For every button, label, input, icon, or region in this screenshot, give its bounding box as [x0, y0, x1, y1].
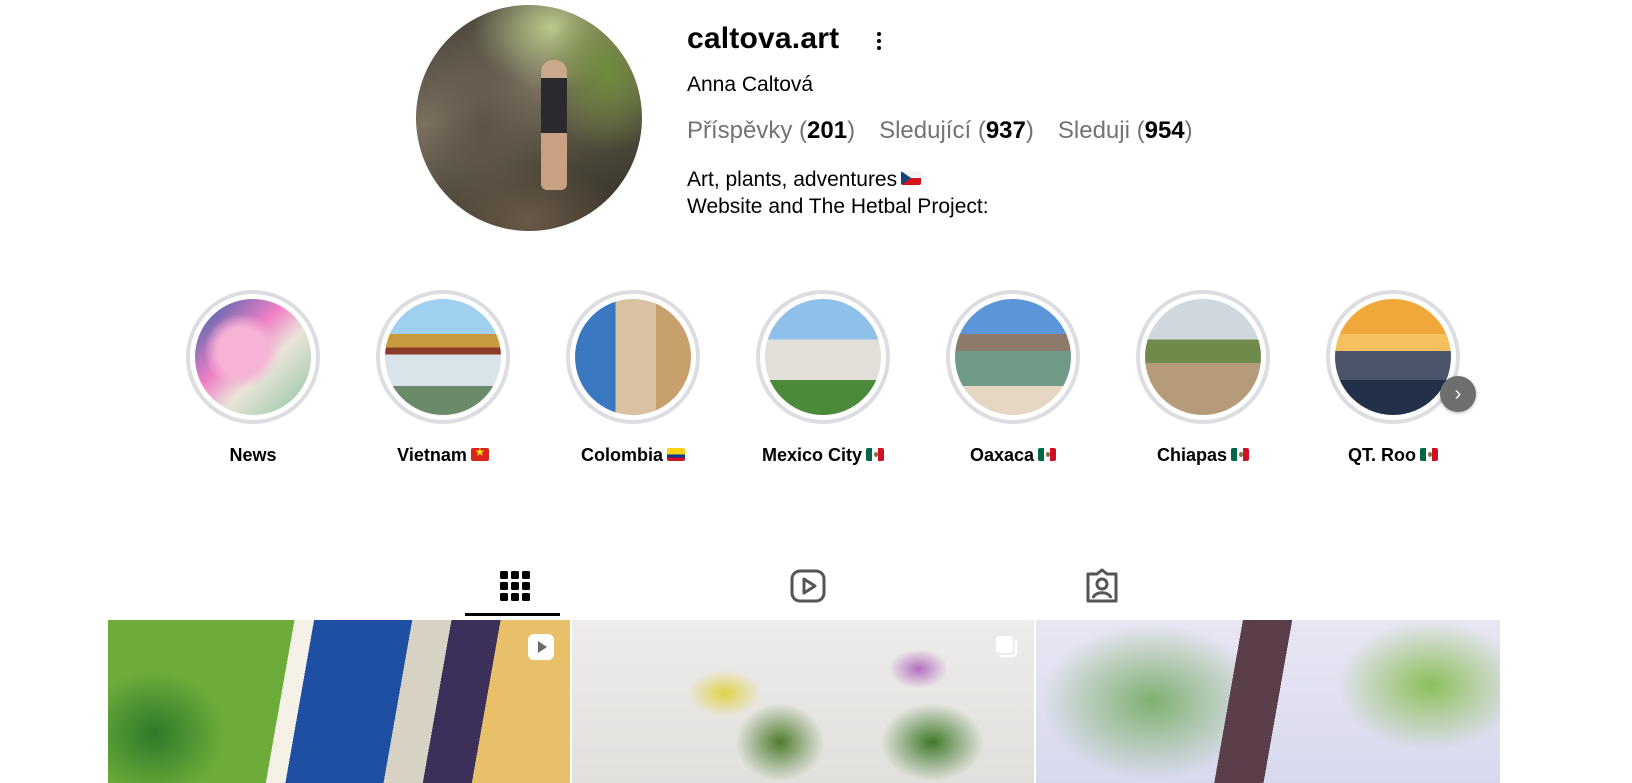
highlight-label: Oaxaca — [923, 445, 1103, 466]
highlight-cover — [575, 299, 691, 415]
profile-tabs — [108, 560, 1500, 620]
mexico-flag-icon — [1231, 447, 1250, 461]
highlight-label-text: Mexico City — [761, 445, 863, 465]
active-tab-indicator — [465, 613, 560, 616]
highlight-cover — [195, 299, 311, 415]
followers-stat-value: 937 — [985, 117, 1026, 144]
highlight-label-text: Chiapas — [1156, 445, 1228, 465]
followers-stat-label: Sledující — [879, 117, 972, 144]
highlight-ring — [376, 290, 510, 424]
mexico-flag-icon — [866, 447, 885, 461]
dot-icon — [877, 46, 881, 50]
highlight-label: Chiapas — [1113, 445, 1293, 466]
highlight-news[interactable]: News — [163, 290, 343, 466]
highlights-next-button[interactable]: › — [1440, 376, 1476, 412]
profile-full-name: Anna Caltová — [687, 73, 814, 96]
mexico-flag-icon — [1420, 447, 1438, 461]
more-options-button[interactable] — [868, 26, 890, 56]
profile-bio: Art, plants, adventures Website and The … — [687, 166, 989, 220]
highlight-label-text: Oaxaca — [969, 445, 1035, 465]
highlight-label-text: Colombia — [580, 445, 663, 465]
highlight-ring — [946, 290, 1080, 424]
reels-icon — [790, 569, 826, 603]
bio-text: Art, plants, adventures — [687, 168, 898, 191]
highlight-cover — [385, 299, 501, 415]
highlight-label: Mexico City — [733, 445, 913, 466]
carousel-badge-icon — [996, 636, 1018, 658]
bio-line: Website and The Hetbal Project: — [687, 195, 989, 218]
highlight-label: QT. Roo — [1303, 445, 1483, 466]
czech-flag-icon — [901, 171, 922, 186]
posts-stat-value: 201 — [807, 117, 848, 144]
highlight-colombia[interactable]: Colombia — [543, 290, 723, 466]
highlight-ring — [1136, 290, 1270, 424]
profile-username: caltova.art — [687, 22, 840, 55]
grid-icon — [500, 571, 530, 601]
colombia-flag-icon — [667, 447, 685, 461]
highlight-label: Vietnam — [353, 445, 533, 466]
highlight-ring — [756, 290, 890, 424]
story-highlights: News Vietnam Colombia Mexico City Oaxaca… — [0, 290, 1632, 490]
highlight-label-text: Vietnam — [397, 445, 467, 465]
highlight-oaxaca[interactable]: Oaxaca — [923, 290, 1103, 466]
highlight-ring — [1326, 290, 1460, 424]
highlight-label: News — [163, 445, 343, 466]
highlight-cover — [955, 299, 1071, 415]
highlight-vietnam[interactable]: Vietnam — [353, 290, 533, 466]
tab-posts[interactable] — [467, 560, 563, 620]
tab-reels[interactable] — [760, 560, 856, 620]
profile-avatar[interactable] — [416, 5, 642, 231]
tagged-icon — [1086, 568, 1118, 603]
highlight-chiapas[interactable]: Chiapas — [1113, 290, 1293, 466]
highlight-label-text: News — [229, 445, 277, 465]
post-thumbnail[interactable] — [108, 620, 570, 783]
post-thumbnail[interactable] — [572, 620, 1034, 783]
highlight-ring — [566, 290, 700, 424]
highlight-ring — [186, 290, 320, 424]
highlight-label: Colombia — [543, 445, 723, 466]
posts-count-stat[interactable]: Příspěvky (201) — [687, 117, 855, 145]
following-stat-value: 954 — [1144, 117, 1185, 144]
following-stat-label: Sleduji — [1057, 117, 1130, 144]
bio-line: Art, plants, adventures — [687, 166, 989, 193]
highlight-cover — [765, 299, 881, 415]
dot-icon — [877, 39, 881, 43]
reel-badge-icon — [528, 634, 554, 660]
highlight-mexico-city[interactable]: Mexico City — [733, 290, 913, 466]
highlight-label-text: QT. Roo — [1348, 445, 1416, 465]
profile-stats: Příspěvky (201) Sledující (937) Sleduji … — [687, 117, 1217, 145]
mexico-flag-icon — [1038, 447, 1057, 461]
highlight-cover — [1145, 299, 1261, 415]
tab-tagged[interactable] — [1054, 560, 1150, 620]
avatar-person-figure — [541, 60, 567, 190]
chevron-right-icon: › — [1454, 382, 1462, 405]
post-thumbnail[interactable] — [1036, 620, 1500, 783]
dot-icon — [877, 32, 881, 36]
vietnam-flag-icon — [470, 445, 489, 461]
highlight-cover — [1335, 299, 1451, 415]
followers-count-stat[interactable]: Sledující (937) — [879, 117, 1034, 145]
following-count-stat[interactable]: Sleduji (954) — [1058, 117, 1193, 145]
posts-stat-label: Příspěvky — [687, 117, 793, 144]
